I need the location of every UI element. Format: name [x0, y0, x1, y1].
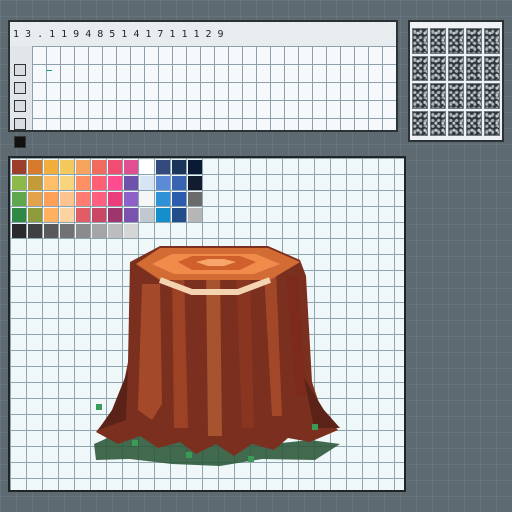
thumb-tile[interactable] [466, 83, 482, 109]
ruler-label: 1 [145, 28, 152, 40]
timeline-grid[interactable] [32, 46, 396, 130]
ruler-label: 5 [109, 28, 116, 40]
thumb-tile[interactable] [430, 83, 446, 109]
frame-tool-icon[interactable] [14, 82, 26, 94]
thumb-tile[interactable] [430, 110, 446, 136]
ruler-label: 1 [121, 28, 128, 40]
ruler-label: 1 [13, 28, 20, 40]
thumb-tile[interactable] [484, 28, 500, 54]
ruler-label: 3 [25, 28, 32, 40]
tileset-preview-panel [408, 20, 504, 142]
timeline-panel: 1 3 . 1 1 9 4 8 5 1 4 1 7 1 1 1 2 9 [8, 20, 398, 148]
ruler-label: 1 [169, 28, 176, 40]
thumb-tile[interactable] [466, 110, 482, 136]
thumb-tile[interactable] [484, 110, 500, 136]
thumb-tile[interactable] [448, 110, 464, 136]
thumb-tile[interactable] [430, 55, 446, 81]
thumb-tile[interactable] [412, 55, 428, 81]
thumb-tile[interactable] [412, 110, 428, 136]
timeline-ruler: 1 3 . 1 1 9 4 8 5 1 4 1 7 1 1 1 2 9 [10, 22, 396, 47]
thumb-tile[interactable] [412, 83, 428, 109]
layer-tool-icon[interactable] [14, 100, 26, 112]
thumb-tile[interactable] [430, 28, 446, 54]
ruler-label: 4 [133, 28, 140, 40]
ruler-label: 9 [73, 28, 80, 40]
thumb-tile[interactable] [448, 83, 464, 109]
ruler-label: 1 [49, 28, 56, 40]
ruler-label: 1 [61, 28, 68, 40]
fill-tool-icon[interactable] [14, 136, 26, 148]
ruler-label: . [37, 28, 44, 40]
thumb-tile[interactable] [466, 55, 482, 81]
timeline-marker [46, 70, 52, 71]
thumb-tile[interactable] [412, 28, 428, 54]
thumb-tile[interactable] [448, 55, 464, 81]
thumb-tile[interactable] [484, 55, 500, 81]
thumb-tile[interactable] [484, 83, 500, 109]
ruler-label: 2 [205, 28, 212, 40]
tool-column [10, 46, 33, 148]
ruler-label: 9 [217, 28, 224, 40]
ruler-label: 8 [97, 28, 104, 40]
thumb-tile[interactable] [466, 28, 482, 54]
stump-sprite [94, 246, 340, 466]
ruler-label: 1 [193, 28, 200, 40]
onion-skin-icon[interactable] [14, 118, 26, 130]
ruler-label: 7 [157, 28, 164, 40]
ruler-label: 4 [85, 28, 92, 40]
thumb-grid [412, 28, 500, 136]
ruler-label: 1 [181, 28, 188, 40]
select-tool-icon[interactable] [14, 64, 26, 76]
pixel-canvas[interactable] [8, 156, 406, 492]
thumb-tile[interactable] [448, 28, 464, 54]
